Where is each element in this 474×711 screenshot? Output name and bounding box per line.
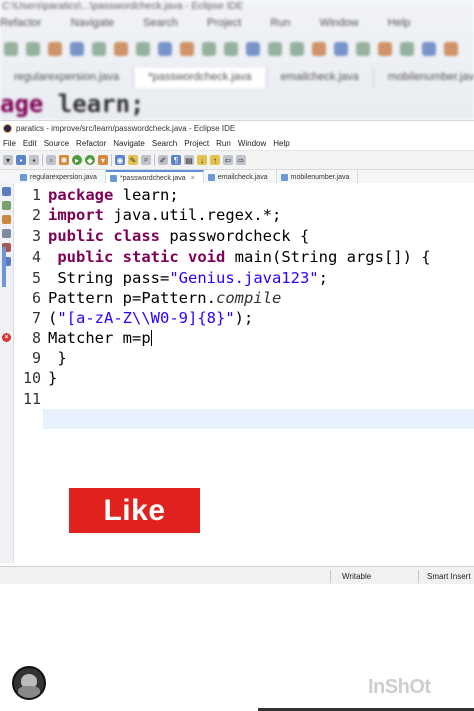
status-writable: Writable — [342, 572, 372, 581]
new-icon[interactable]: ▾ — [3, 155, 13, 165]
tab-passwordcheck[interactable]: *passwordcheck.java × — [105, 170, 204, 184]
title-bar: paratics - improve/src/learn/passwordche… — [0, 121, 474, 136]
channel-logo-icon — [12, 666, 46, 700]
code-line-10: } — [48, 369, 58, 387]
tasks-icon[interactable] — [2, 215, 11, 224]
code-line-8: Matcher m=p — [48, 329, 152, 347]
package-explorer-icon[interactable] — [2, 187, 11, 196]
prev-annotation-icon[interactable]: ↑ — [210, 155, 220, 165]
open-type-icon[interactable]: ✎ — [128, 155, 138, 165]
text-cursor — [150, 330, 152, 346]
bg-title: C:\Users\paratics\...\passwordcheck.java… — [2, 1, 244, 12]
console-icon[interactable] — [2, 229, 11, 238]
change-marker — [2, 247, 6, 287]
bg-toolbar — [0, 38, 474, 62]
print-icon[interactable]: ▫ — [46, 155, 56, 165]
toolbar: ▾ ▪ ▪ ▫ ✱ ▸ ◆ ▾ ◉ ✎ ⌕ ✐ ¶ ▤ ↓ ↑ ⇦ ⇨ — [0, 150, 474, 170]
menu-source[interactable]: Source — [44, 139, 69, 148]
bg-tabs: regularexpersion.java *passwordcheck.jav… — [0, 68, 474, 88]
menu-navigate[interactable]: Navigate — [113, 139, 145, 148]
line-number: 1 — [31, 186, 41, 204]
line-number: 6 — [31, 289, 41, 307]
line-number: 10 — [22, 369, 41, 387]
current-line-highlight — [43, 409, 474, 429]
menu-run[interactable]: Run — [216, 139, 231, 148]
search-icon[interactable]: ⌕ — [141, 155, 151, 165]
error-marker-icon[interactable]: × — [2, 333, 11, 342]
line-number-gutter: 1 2 3 4 5 6 7 8 9 10 11 — [13, 183, 43, 563]
tab-regularexpersion[interactable]: regularexpersion.java — [16, 170, 106, 184]
menu-search[interactable]: Search — [152, 139, 177, 148]
menu-refactor[interactable]: Refactor — [76, 139, 106, 148]
coverage-icon[interactable]: ◆ — [85, 155, 95, 165]
line-number: 2 — [31, 206, 41, 224]
show-whitespace-icon[interactable]: ¶ — [171, 155, 181, 165]
window-title: paratics - improve/src/learn/passwordche… — [16, 124, 236, 133]
status-insert-mode: Smart Insert — [427, 572, 471, 581]
forward-icon[interactable]: ⇨ — [236, 155, 246, 165]
code-line-2: import java.util.regex.*; — [48, 206, 282, 224]
code-line-3: public class passwordcheck { — [48, 227, 310, 245]
menu-edit[interactable]: Edit — [23, 139, 37, 148]
run-icon[interactable]: ▸ — [72, 155, 82, 165]
toggle-mark-icon[interactable]: ✐ — [158, 155, 168, 165]
code-line-4: public static void main(String args[]) { — [57, 248, 431, 266]
status-bar: Writable Smart Insert — [0, 566, 474, 586]
eclipse-icon — [3, 124, 12, 133]
close-icon[interactable]: × — [191, 175, 195, 182]
debug-icon[interactable]: ✱ — [59, 155, 69, 165]
bg-menu: Refactor Navigate Search Project Run Win… — [0, 17, 411, 29]
save-icon[interactable]: ▪ — [16, 155, 26, 165]
background-blur: C:\Users\paratics\...\passwordcheck.java… — [0, 0, 474, 120]
line-number: 7 — [31, 309, 41, 327]
java-file-icon — [109, 174, 117, 182]
tab-emailcheck[interactable]: emailcheck.java — [204, 170, 277, 184]
outline-icon[interactable] — [2, 201, 11, 210]
java-file-icon — [207, 173, 215, 181]
menu-window[interactable]: Window — [238, 139, 266, 148]
external-tools-icon[interactable]: ▾ — [98, 155, 108, 165]
line-number: 3 — [31, 227, 41, 245]
side-panel-strip — [0, 183, 14, 563]
java-file-icon — [20, 173, 27, 181]
menu-file[interactable]: File — [3, 139, 16, 148]
inshot-watermark: InShOt — [368, 676, 431, 698]
tab-mobilenumber[interactable]: mobilenumber.java — [277, 170, 359, 184]
menu-help[interactable]: Help — [273, 139, 289, 148]
line-number: 4 — [31, 248, 41, 266]
line-number: 5 — [31, 269, 41, 287]
new-class-icon[interactable]: ◉ — [115, 155, 125, 165]
next-annotation-icon[interactable]: ↓ — [197, 155, 207, 165]
line-number: 9 — [31, 349, 41, 367]
code-line-7: ("[a-zA-Z\\W0-9]{8}"); — [48, 309, 254, 327]
save-all-icon[interactable]: ▪ — [29, 155, 39, 165]
like-button[interactable]: Like — [69, 488, 200, 533]
video-footer: InShOt — [0, 584, 474, 711]
code-line-1: package learn; — [48, 186, 179, 204]
code-line-5: String pass="Genius.java123"; — [48, 269, 328, 287]
block-selection-icon[interactable]: ▤ — [184, 155, 194, 165]
line-number: 11 — [22, 390, 41, 408]
menu-project[interactable]: Project — [184, 139, 209, 148]
java-file-icon — [280, 173, 288, 181]
code-line-6: Pattern p=Pattern.compile — [48, 289, 282, 307]
back-icon[interactable]: ⇦ — [223, 155, 233, 165]
line-number: 8 — [31, 329, 41, 347]
code-line-9: } — [48, 349, 67, 367]
toolbar-separator — [42, 154, 43, 166]
menu-bar: File Edit Source Refactor Navigate Searc… — [0, 136, 474, 150]
bg-code: age learn; — [0, 90, 145, 118]
